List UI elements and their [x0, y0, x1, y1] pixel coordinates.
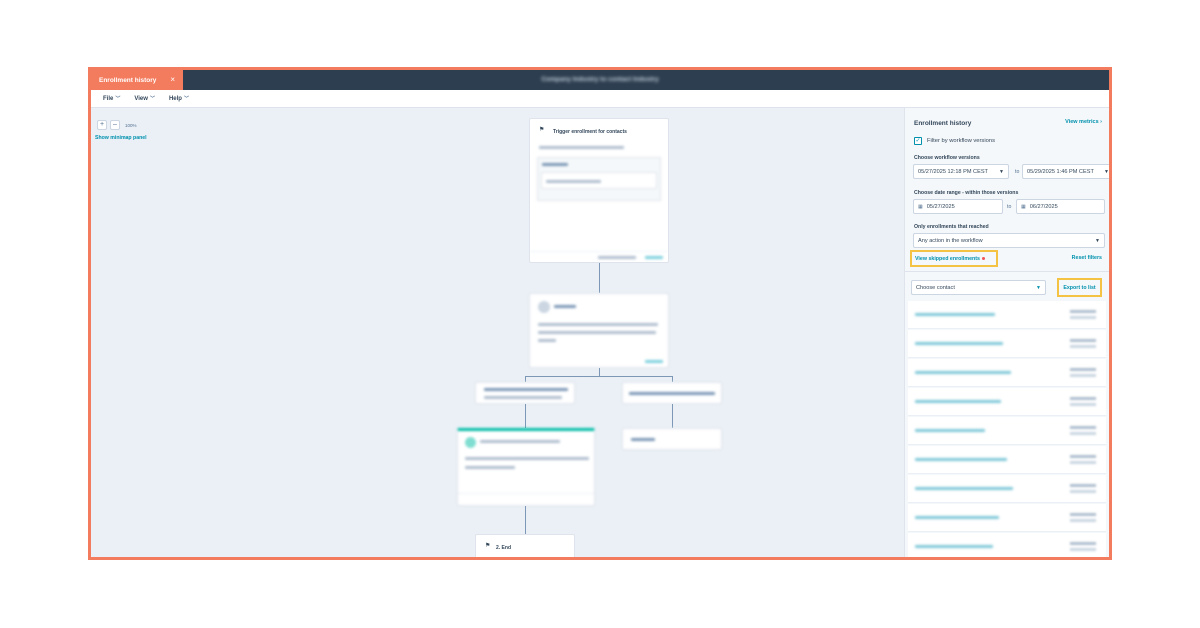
branch-label-b[interactable]	[622, 382, 722, 404]
chevron-down-icon: ﹀	[115, 96, 121, 102]
list-item[interactable]	[908, 359, 1106, 387]
date-from-input[interactable]: ▦ 05/27/2025	[913, 199, 1003, 214]
zoom-controls: + – 100%	[97, 120, 137, 130]
caret-down-icon: ▼	[1036, 285, 1041, 291]
caret-down-icon: ▼	[1104, 169, 1109, 175]
list-item[interactable]	[908, 301, 1106, 329]
end-node[interactable]: ⚑ 2. End	[475, 534, 575, 557]
zoom-level: 100%	[125, 122, 137, 128]
workflow-title[interactable]: Company Industry to contact Industry	[91, 76, 1109, 83]
reset-filters-link[interactable]: Reset filters	[1072, 255, 1102, 261]
alert-dot	[981, 257, 985, 260]
list-item[interactable]	[908, 475, 1106, 503]
panel-divider	[905, 271, 1109, 272]
connector-line	[525, 404, 526, 428]
menu-file[interactable]: File ﹀	[103, 95, 121, 103]
list-item[interactable]	[908, 417, 1106, 445]
menu-view[interactable]: View ﹀	[134, 95, 155, 103]
choose-versions-label: Choose workflow versions	[914, 155, 980, 161]
connector-line	[525, 376, 673, 377]
panel-title: Enrollment history	[914, 120, 972, 127]
list-item[interactable]	[908, 504, 1106, 532]
calendar-icon: ▦	[1021, 203, 1026, 210]
top-bar: Enrollment history × Company Industry to…	[91, 70, 1109, 90]
connector-line	[672, 404, 673, 428]
trigger-node[interactable]: ⚑ Trigger enrollment for contacts	[529, 118, 669, 263]
version-from-select[interactable]: 05/27/2025 12:18 PM CEST ▼	[913, 164, 1009, 179]
zoom-in-button[interactable]: +	[97, 120, 107, 130]
menu-bar: File ﹀ View ﹀ Help ﹀	[91, 90, 1109, 108]
date-to-input[interactable]: ▦ 06/27/2025	[1016, 199, 1105, 214]
calendar-icon: ▦	[918, 203, 923, 210]
trigger-title: Trigger enrollment for contacts	[553, 129, 627, 135]
view-skipped-enrollments-link[interactable]: View skipped enrollments	[910, 250, 998, 267]
zoom-out-button[interactable]: –	[110, 120, 120, 130]
date-range-label: Choose date range - within those version…	[914, 190, 1019, 196]
action-node[interactable]	[457, 428, 595, 506]
branch-label-a[interactable]	[475, 382, 575, 404]
workflow-editor: Enrollment history × Company Industry to…	[91, 70, 1109, 557]
list-item[interactable]	[908, 446, 1106, 474]
list-item[interactable]	[908, 330, 1106, 358]
connector-line	[599, 368, 600, 376]
to-label: to	[1015, 169, 1020, 175]
app-frame: Enrollment history × Company Industry to…	[88, 67, 1112, 560]
chevron-right-icon: ›	[1100, 119, 1102, 125]
connector-line	[599, 263, 600, 293]
end-title: 2. End	[496, 545, 512, 551]
connector-line	[525, 506, 526, 534]
chevron-down-icon: ﹀	[183, 96, 189, 102]
caret-down-icon: ▼	[999, 169, 1004, 175]
export-to-list-button[interactable]: Export to list	[1057, 278, 1102, 297]
list-item[interactable]	[908, 533, 1106, 557]
delay-node[interactable]	[622, 428, 722, 450]
choose-contact-select[interactable]: Choose contact ▼	[911, 280, 1046, 295]
flag-icon: ⚑	[485, 543, 491, 549]
enrollment-list	[908, 301, 1106, 557]
enrollment-history-panel: Enrollment history View metrics › ✓ Filt…	[904, 108, 1109, 557]
menu-help[interactable]: Help ﹀	[169, 95, 189, 103]
to-label: to	[1007, 204, 1012, 210]
chevron-down-icon: ﹀	[149, 96, 155, 102]
flag-icon: ⚑	[539, 127, 545, 133]
workflow-canvas[interactable]: + – 100% Show minimap panel ⚑ Trigger en…	[91, 108, 904, 557]
show-minimap-link[interactable]: Show minimap panel	[95, 135, 147, 141]
list-item[interactable]	[908, 388, 1106, 416]
filter-versions-checkbox[interactable]: ✓	[914, 137, 922, 145]
filter-versions-label: Filter by workflow versions	[927, 138, 995, 144]
branch-node[interactable]	[529, 293, 669, 368]
version-to-select[interactable]: 05/29/2025 1:46 PM CEST ▼	[1022, 164, 1109, 179]
caret-down-icon: ▼	[1095, 238, 1100, 244]
reached-select[interactable]: Any action in the workflow ▼	[913, 233, 1105, 248]
view-metrics-link[interactable]: View metrics ›	[1065, 119, 1102, 125]
reached-label: Only enrollments that reached	[914, 224, 989, 230]
